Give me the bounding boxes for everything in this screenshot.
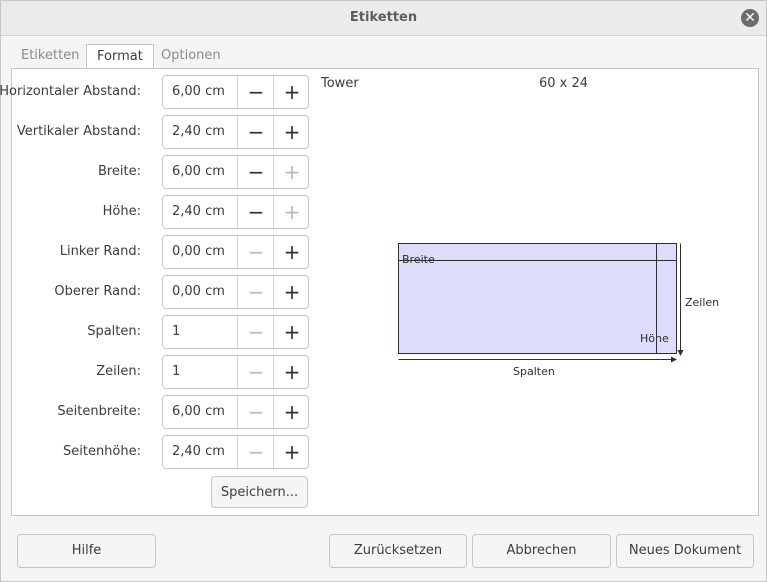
decrement-button[interactable]: − <box>237 116 274 148</box>
label-preview: Breite Höhe Zeilen Spalten <box>398 243 719 378</box>
decrement-button[interactable]: − <box>237 156 274 188</box>
field-label: Zeilen: <box>96 364 141 379</box>
spin-field: 2,40 cm − + <box>162 195 309 229</box>
decrement-button[interactable]: − <box>237 196 274 228</box>
preview-hoehe-label: Höhe <box>640 332 669 345</box>
spin-value-input[interactable]: 1 <box>172 324 180 339</box>
increment-button[interactable]: + <box>273 156 310 188</box>
spin-value-input[interactable]: 2,40 cm <box>172 124 225 139</box>
increment-button[interactable]: + <box>273 196 310 228</box>
preview-breite-label: Breite <box>402 253 435 266</box>
decrement-button[interactable]: − <box>237 236 274 268</box>
field-label: Vertikaler Abstand: <box>16 124 141 139</box>
increment-button[interactable]: + <box>273 236 310 268</box>
preview-spalten-label: Spalten <box>513 365 555 378</box>
type-value: 60 x 24 <box>539 76 589 91</box>
spin-field: 6,00 cm − + <box>162 155 309 189</box>
spin-value-input[interactable]: 6,00 cm <box>172 164 225 179</box>
spin-value-input[interactable]: 6,00 cm <box>172 84 225 99</box>
increment-button[interactable]: + <box>273 76 310 108</box>
spin-field: 0,00 cm − + <box>162 275 309 309</box>
spin-value-input[interactable]: 2,40 cm <box>172 444 225 459</box>
spin-field: 1 − + <box>162 355 309 389</box>
close-icon: ✕ <box>744 10 756 26</box>
field-label: Seitenbreite: <box>57 404 141 419</box>
spin-value-input[interactable]: 0,00 cm <box>172 244 225 259</box>
increment-button[interactable]: + <box>273 356 310 388</box>
decrement-button[interactable]: − <box>237 276 274 308</box>
field-label: Höhe: <box>102 204 141 219</box>
tab-etiketten[interactable]: Etiketten <box>11 44 89 68</box>
tab-optionen[interactable]: Optionen <box>151 44 231 68</box>
preview-zeilen-label: Zeilen <box>685 296 719 309</box>
spin-value-input[interactable]: 1 <box>172 364 180 379</box>
reset-button[interactable]: Zurücksetzen <box>329 534 467 568</box>
decrement-button[interactable]: − <box>237 436 274 468</box>
spin-field: 6,00 cm − + <box>162 75 309 109</box>
cancel-button[interactable]: Abbrechen <box>472 534 611 568</box>
spin-field: 0,00 cm − + <box>162 235 309 269</box>
close-button[interactable]: ✕ <box>741 9 759 27</box>
decrement-button[interactable]: − <box>237 396 274 428</box>
help-button[interactable]: Hilfe <box>17 534 156 568</box>
decrement-button[interactable]: − <box>237 316 274 348</box>
preview-rows-arrow <box>677 350 684 356</box>
field-label: Seitenhöhe: <box>62 444 141 459</box>
increment-button[interactable]: + <box>273 436 310 468</box>
save-button[interactable]: Speichern... <box>211 476 308 508</box>
field-label: Spalten: <box>87 324 141 339</box>
format-panel: Horizontaler Abstand: 6,00 cm − + Vertikaler… <box>0 68 759 516</box>
spin-value-input[interactable]: 2,40 cm <box>172 204 225 219</box>
title-bar: Etiketten ✕ <box>1 1 766 36</box>
field-label: Breite: <box>97 164 141 179</box>
increment-button[interactable]: + <box>273 316 310 348</box>
decrement-button[interactable]: − <box>237 76 274 108</box>
spin-field: 2,40 cm − + <box>162 115 309 149</box>
decrement-button[interactable]: − <box>237 356 274 388</box>
spin-field: 2,40 cm − + <box>162 435 309 469</box>
dialog-title: Etiketten <box>349 10 418 25</box>
increment-button[interactable]: + <box>273 276 310 308</box>
field-label: Horizontaler Abstand: <box>0 84 141 99</box>
tab-format[interactable]: Format <box>86 44 154 70</box>
field-label: Linker Rand: <box>59 244 141 259</box>
increment-button[interactable]: + <box>273 116 310 148</box>
spin-field: 6,00 cm − + <box>162 395 309 429</box>
field-label: Oberer Rand: <box>54 284 141 299</box>
brand-value: Tower <box>321 76 359 91</box>
new-document-button[interactable]: Neues Dokument <box>616 534 754 568</box>
spin-value-input[interactable]: 0,00 cm <box>172 284 225 299</box>
spin-field: 1 − + <box>162 315 309 349</box>
increment-button[interactable]: + <box>273 396 310 428</box>
labels-dialog: Etiketten ✕ Etiketten Format Optionen Ho… <box>0 0 767 582</box>
preview-columns-arrow <box>671 356 677 363</box>
spin-value-input[interactable]: 6,00 cm <box>172 404 225 419</box>
